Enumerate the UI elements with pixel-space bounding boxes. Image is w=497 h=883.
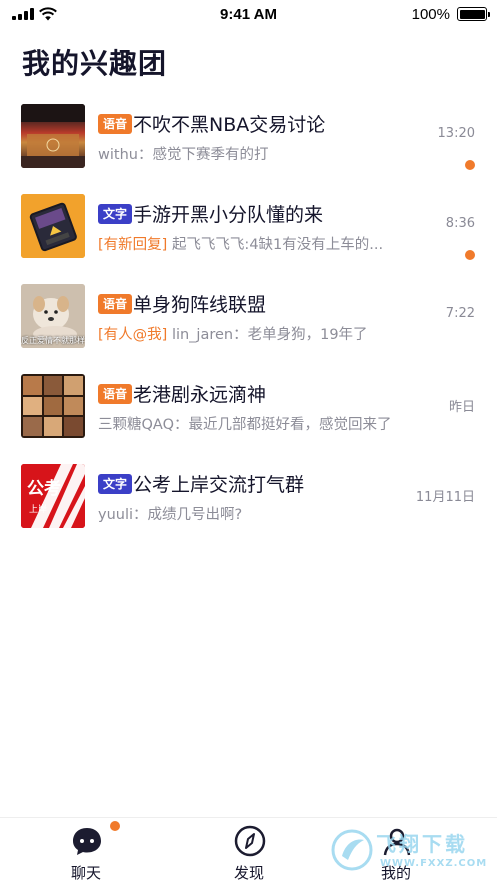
group-item[interactable]: 反正爱情不就那样 语音 单身狗阵线联盟 7:22 [有人@我] lin_jare…	[0, 282, 497, 372]
watermark-logo-icon	[331, 829, 373, 871]
watermark-url: WWW.FXXZ.COM	[380, 858, 488, 869]
hk-drama-collage-avatar	[21, 374, 85, 438]
group-name: 老港剧永远滴神	[133, 384, 267, 406]
group-item[interactable]: 语音 不吹不黑NBA交易讨论 13:20 withu：感觉下赛季有的打	[0, 102, 497, 192]
group-type-tag: 语音	[98, 294, 133, 314]
group-list: 语音 不吹不黑NBA交易讨论 13:20 withu：感觉下赛季有的打 文字 手…	[0, 102, 497, 552]
group-time: 昨日	[448, 400, 475, 415]
preview-prefix: [有人@我]	[98, 327, 168, 343]
group-preview: yuuli：成绩几号出啊?	[98, 503, 428, 524]
group-time: 13:20	[437, 126, 475, 141]
unread-dot	[465, 250, 475, 260]
group-preview: 三颗糖QAQ：最近几部都挺好看，感觉回来了	[98, 413, 428, 434]
preview-text: 三颗糖QAQ：最近几部都挺好看，感觉回来了	[98, 417, 392, 433]
group-name: 单身狗阵线联盟	[133, 294, 267, 316]
tab-label: 聊天	[70, 864, 101, 882]
group-name: 手游开黑小分队懂的来	[133, 204, 324, 226]
group-type-tag: 文字	[98, 474, 133, 494]
status-bar: 9:41 AM 100%	[0, 0, 497, 30]
chat-bubble-icon	[73, 828, 101, 855]
battery-percent: 100%	[411, 6, 450, 23]
group-preview: [有新回复] 起飞飞飞飞:4缺1有没有上车的...	[98, 233, 428, 254]
tab-discover[interactable]: 发现	[189, 818, 309, 883]
tab-badge	[110, 821, 120, 831]
nba-arena-avatar	[21, 104, 85, 168]
compass-icon	[234, 825, 266, 857]
group-time: 7:22	[445, 306, 475, 321]
civil-exam-logo-avatar: 公考 上岸	[21, 464, 85, 528]
preview-text: lin_jaren：老单身狗，19年了	[171, 327, 368, 343]
preview-prefix: [有新回复]	[98, 237, 168, 253]
group-item[interactable]: 公考 上岸 文字 公考上岸交流打气群 11月11日 yuuli：成绩几号出啊?	[0, 462, 497, 552]
unread-dot	[465, 160, 475, 170]
preview-text: withu：感觉下赛季有的打	[98, 147, 269, 163]
group-type-tag: 语音	[98, 384, 133, 404]
group-preview: withu：感觉下赛季有的打	[98, 143, 428, 164]
group-time: 8:36	[445, 216, 475, 231]
page-title: 我的兴趣团	[22, 47, 168, 80]
group-type-tag: 语音	[98, 114, 133, 134]
avatar-sub-text: 上岸	[29, 505, 48, 515]
preview-text: 起飞飞飞飞:4缺1有没有上车的...	[171, 237, 384, 253]
preview-text: yuuli：成绩几号出啊?	[98, 507, 243, 523]
watermark: 飞翔下载 WWW.FXXZ.COM	[330, 822, 490, 878]
group-item[interactable]: 文字 手游开黑小分队懂的来 8:36 [有新回复] 起飞飞飞飞:4缺1有没有上车…	[0, 192, 497, 282]
group-name: 公考上岸交流打气群	[133, 474, 305, 496]
battery-icon	[457, 7, 490, 21]
dog-photo-avatar: 反正爱情不就那样	[21, 284, 85, 348]
tab-label: 发现	[233, 864, 264, 882]
tab-chat[interactable]: 聊天	[26, 818, 146, 883]
group-item[interactable]: 语音 老港剧永远滴神 昨日 三颗糖QAQ：最近几部都挺好看，感觉回来了	[0, 372, 497, 462]
group-preview: [有人@我] lin_jaren：老单身狗，19年了	[98, 323, 428, 344]
avatar-main-text: 公考	[27, 479, 61, 499]
avatar-caption: 反正爱情不就那样	[21, 336, 85, 345]
group-type-tag: 文字	[98, 204, 133, 224]
group-name: 不吹不黑NBA交易讨论	[133, 114, 326, 136]
game-badge-avatar	[21, 194, 85, 258]
watermark-title: 飞翔下载	[376, 832, 468, 856]
